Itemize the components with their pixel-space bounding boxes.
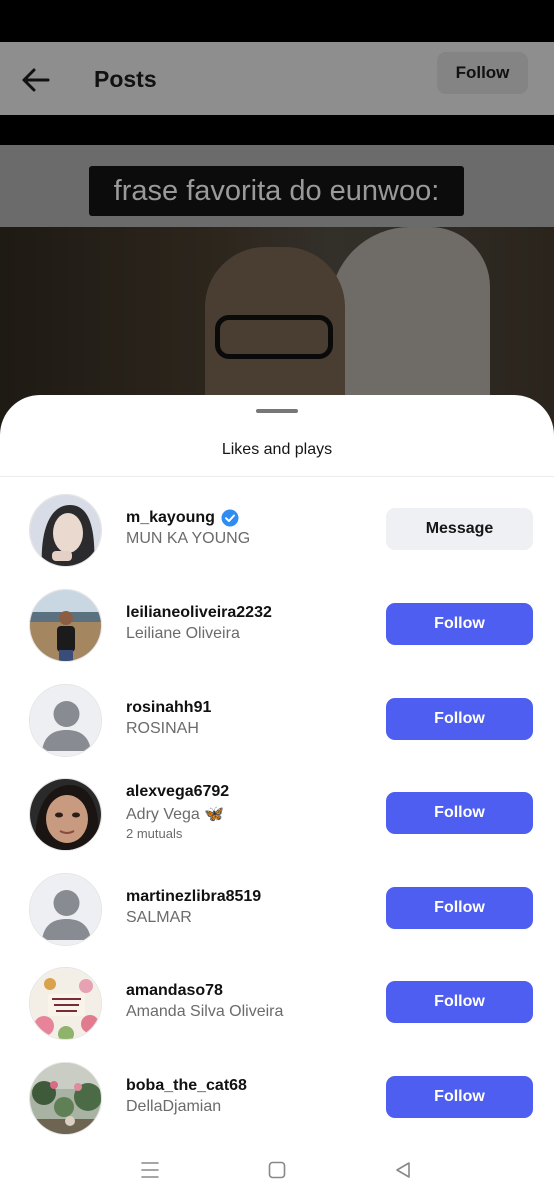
message-button[interactable]: Message xyxy=(386,508,533,550)
back-button[interactable] xyxy=(18,62,54,98)
username[interactable]: m_kayoung xyxy=(126,509,215,527)
full-name: ROSINAH xyxy=(126,720,199,737)
list-item[interactable]: m_kayoung MUN KA YOUNG Message xyxy=(0,485,554,575)
follow-button[interactable]: Follow xyxy=(386,981,533,1023)
list-item[interactable]: martinezlibra8519 SALMAR Follow xyxy=(0,864,554,954)
full-name: DellaDjamian xyxy=(126,1098,222,1115)
video-caption-area: frase favorita do eunwoo: xyxy=(0,145,554,227)
full-name: MUN KA YOUNG xyxy=(126,530,251,547)
username[interactable]: rosinahh91 xyxy=(126,699,211,717)
divider xyxy=(0,476,554,477)
list-item[interactable]: amandaso78 Amanda Silva Oliveira Follow xyxy=(0,958,554,1048)
follow-button[interactable]: Follow xyxy=(386,603,533,645)
avatar[interactable] xyxy=(29,1062,102,1135)
username[interactable]: alexvega6792 xyxy=(126,783,229,801)
top-bar: Posts Follow xyxy=(0,42,554,115)
avatar[interactable] xyxy=(29,589,102,662)
full-name: Leiliane Oliveira xyxy=(126,625,240,642)
list-item[interactable]: leilianeoliveira2232 Leiliane Oliveira F… xyxy=(0,580,554,670)
triangle-back-icon[interactable] xyxy=(393,1160,413,1180)
follow-button[interactable]: Follow xyxy=(386,792,533,834)
list-item[interactable]: boba_the_cat68 DellaDjamian Follow xyxy=(0,1053,554,1143)
sheet-title: Likes and plays xyxy=(221,441,333,458)
status-bar xyxy=(0,0,554,42)
default-avatar-icon xyxy=(30,685,101,756)
arrow-left-icon xyxy=(22,68,50,92)
spacer xyxy=(0,115,554,145)
username[interactable]: leilianeoliveira2232 xyxy=(126,604,272,622)
full-name: SALMAR xyxy=(126,909,192,926)
list-item[interactable]: rosinahh91 ROSINAH Follow xyxy=(0,675,554,765)
follow-button[interactable]: Follow xyxy=(386,698,533,740)
page-title: Posts xyxy=(94,66,157,92)
likes-sheet: Likes and plays m_kayoung MUN KA YOUNG M… xyxy=(0,395,554,1200)
avatar[interactable] xyxy=(29,967,102,1040)
menu-icon[interactable] xyxy=(140,1160,160,1180)
avatar[interactable] xyxy=(29,778,102,851)
system-nav-bar xyxy=(0,1140,554,1200)
square-icon[interactable] xyxy=(267,1160,287,1180)
username[interactable]: martinezlibra8519 xyxy=(126,888,261,906)
avatar[interactable] xyxy=(29,494,102,567)
sheet-drag-handle[interactable] xyxy=(256,409,298,413)
list-item[interactable]: alexvega6792 Adry Vega 🦋 2 mutuals Follo… xyxy=(0,769,554,859)
follow-button[interactable]: Follow xyxy=(386,887,533,929)
default-avatar-icon xyxy=(30,874,101,945)
follow-button[interactable]: Follow xyxy=(386,1076,533,1118)
full-name: Adry Vega 🦋 xyxy=(126,806,225,823)
avatar[interactable] xyxy=(29,684,102,757)
username[interactable]: boba_the_cat68 xyxy=(126,1077,247,1095)
header-follow-button[interactable]: Follow xyxy=(437,52,528,94)
full-name: Amanda Silva Oliveira xyxy=(126,1003,284,1020)
video-caption: frase favorita do eunwoo: xyxy=(89,166,464,216)
video-glasses-shape xyxy=(215,315,333,359)
verified-badge-icon xyxy=(221,509,239,527)
mutuals-count: 2 mutuals xyxy=(126,826,183,841)
avatar[interactable] xyxy=(29,873,102,946)
username[interactable]: amandaso78 xyxy=(126,982,223,1000)
